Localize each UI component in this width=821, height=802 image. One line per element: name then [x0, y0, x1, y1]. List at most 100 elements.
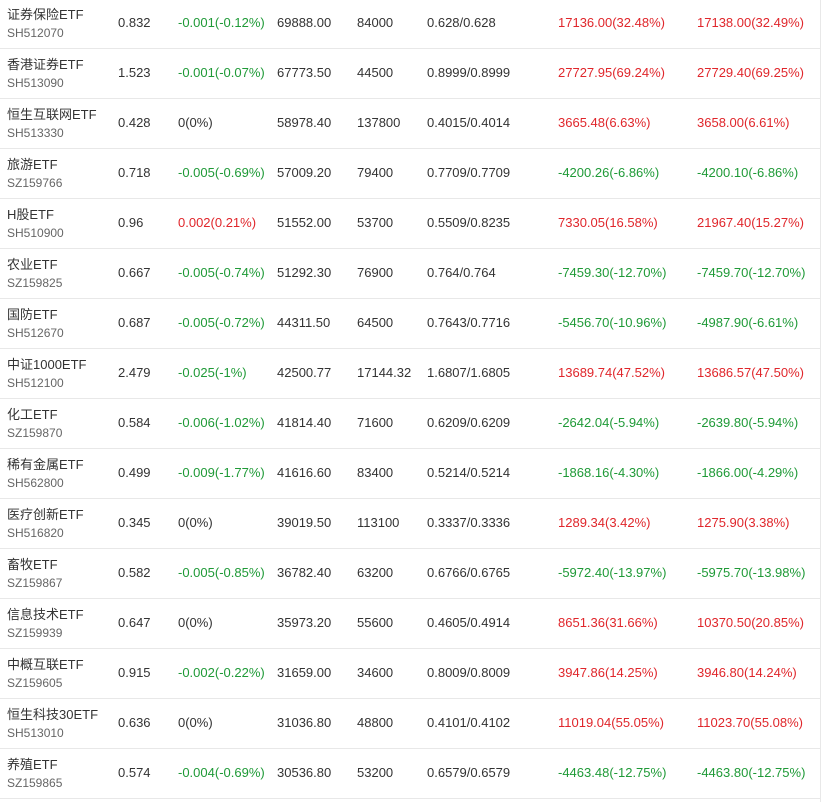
price-cell: 0.832	[118, 15, 151, 30]
market-value-cell: 51292.30	[277, 265, 332, 280]
fund-name-cell: 中证1000ETF SH512100	[7, 356, 86, 391]
total-profit-loss-cell: -4987.90(-6.61%)	[697, 315, 799, 330]
fund-code: SH512070	[7, 26, 64, 40]
fund-name[interactable]: 畜牧ETF	[7, 556, 62, 573]
fund-code: SH513090	[7, 76, 64, 90]
table-row[interactable]: 畜牧ETF SZ159867 0.582 -0.005(-0.85%) 36782.40…	[0, 549, 821, 599]
fund-name[interactable]: 中证1000ETF	[7, 356, 86, 373]
holding-qty-cell: 79400	[357, 165, 394, 180]
market-value-cell: 31036.80	[277, 715, 332, 730]
fund-name[interactable]: 信息技术ETF	[7, 606, 84, 623]
table-row[interactable]: 恒生科技30ETF SH513010 0.636 0(0%) 31036.80 48800…	[0, 699, 821, 749]
table-row[interactable]: 香港证券ETF SH513090 1.523 -0.001(-0.07%) 67773.…	[0, 49, 821, 99]
table-row[interactable]: 信息技术ETF SZ159939 0.647 0(0%) 35973.20 55600 0.…	[0, 599, 821, 649]
fund-code: SH512670	[7, 326, 64, 340]
change-cell: 0(0%)	[178, 115, 213, 130]
table-row[interactable]: 证券保险ETF SH512070 0.832 -0.001(-0.12%) 69888.…	[0, 0, 821, 49]
profit-loss-cell: -4200.26(-6.86%)	[558, 165, 660, 180]
total-profit-loss-cell: -4200.10(-6.86%)	[697, 165, 799, 180]
fund-code: SH562800	[7, 476, 64, 490]
cost-price-cell: 0.3337/0.3336	[427, 515, 511, 530]
change-cell: -0.009(-1.77%)	[178, 465, 265, 480]
fund-name[interactable]: 旅游ETF	[7, 156, 62, 173]
fund-name[interactable]: H股ETF	[7, 206, 64, 223]
fund-name[interactable]: 恒生互联网ETF	[7, 106, 97, 123]
cost-price-cell: 0.4605/0.4914	[427, 615, 511, 630]
total-profit-loss-cell: 17138.00(32.49%)	[697, 15, 804, 30]
price-cell: 0.915	[118, 665, 151, 680]
price-cell: 0.574	[118, 765, 151, 780]
cost-price-cell: 0.6766/0.6765	[427, 565, 511, 580]
fund-name-cell: 中概互联ETF SZ159605	[7, 656, 84, 691]
total-profit-loss-cell: -4463.80(-12.75%)	[697, 765, 806, 780]
etf-holdings-table: 证券保险ETF SH512070 0.832 -0.001(-0.12%) 69888.…	[0, 0, 821, 799]
profit-loss-cell: 7330.05(16.58%)	[558, 215, 658, 230]
holding-qty-cell: 84000	[357, 15, 394, 30]
price-cell: 0.584	[118, 415, 151, 430]
holding-qty-cell: 63200	[357, 565, 394, 580]
profit-loss-cell: 3665.48(6.63%)	[558, 115, 651, 130]
total-profit-loss-cell: 3946.80(14.24%)	[697, 665, 797, 680]
total-profit-loss-cell: -1866.00(-4.29%)	[697, 465, 799, 480]
holding-qty-cell: 34600	[357, 665, 394, 680]
fund-name[interactable]: 稀有金属ETF	[7, 456, 84, 473]
market-value-cell: 41616.60	[277, 465, 332, 480]
fund-name-cell: 证券保险ETF SH512070	[7, 6, 84, 41]
fund-name[interactable]: 国防ETF	[7, 306, 64, 323]
change-cell: 0(0%)	[178, 715, 213, 730]
profit-loss-cell: 8651.36(31.66%)	[558, 615, 658, 630]
table-row[interactable]: 恒生互联网ETF SH513330 0.428 0(0%) 58978.40 137800…	[0, 99, 821, 149]
fund-name[interactable]: 证券保险ETF	[7, 6, 84, 23]
table-row[interactable]: 化工ETF SZ159870 0.584 -0.006(-1.02%) 41814.40…	[0, 399, 821, 449]
fund-name-cell: 恒生互联网ETF SH513330	[7, 106, 97, 141]
table-row[interactable]: 旅游ETF SZ159766 0.718 -0.005(-0.69%) 57009.20…	[0, 149, 821, 199]
fund-name[interactable]: 化工ETF	[7, 406, 62, 423]
total-profit-loss-cell: -2639.80(-5.94%)	[697, 415, 799, 430]
fund-name-cell: 稀有金属ETF SH562800	[7, 456, 84, 491]
table-row[interactable]: 医疗创新ETF SH516820 0.345 0(0%) 39019.50 113100 0…	[0, 499, 821, 549]
table-row[interactable]: 国防ETF SH512670 0.687 -0.005(-0.72%) 44311.50…	[0, 299, 821, 349]
change-cell: -0.025(-1%)	[178, 365, 247, 380]
fund-code: SZ159825	[7, 276, 63, 290]
price-cell: 0.687	[118, 315, 151, 330]
total-profit-loss-cell: 13686.57(47.50%)	[697, 365, 804, 380]
total-profit-loss-cell: 3658.00(6.61%)	[697, 115, 790, 130]
holding-qty-cell: 17144.32	[357, 365, 412, 380]
profit-loss-cell: -4463.48(-12.75%)	[558, 765, 667, 780]
table-row[interactable]: 农业ETF SZ159825 0.667 -0.005(-0.74%) 51292.30…	[0, 249, 821, 299]
fund-name[interactable]: 农业ETF	[7, 256, 62, 273]
fund-name[interactable]: 医疗创新ETF	[7, 506, 84, 523]
holding-qty-cell: 48800	[357, 715, 394, 730]
fund-name-cell: 恒生科技30ETF SH513010	[7, 706, 98, 741]
fund-code: SH512100	[7, 376, 64, 390]
market-value-cell: 57009.20	[277, 165, 332, 180]
table-row[interactable]: H股ETF SH510900 0.96 0.002(0.21%) 51552.00 537…	[0, 199, 821, 249]
total-profit-loss-cell: 10370.50(20.85%)	[697, 615, 804, 630]
change-cell: -0.004(-0.69%)	[178, 765, 265, 780]
market-value-cell: 39019.50	[277, 515, 332, 530]
holding-qty-cell: 53200	[357, 765, 394, 780]
cost-price-cell: 0.4101/0.4102	[427, 715, 511, 730]
cost-price-cell: 0.5214/0.5214	[427, 465, 511, 480]
profit-loss-cell: -7459.30(-12.70%)	[558, 265, 667, 280]
price-cell: 0.96	[118, 215, 144, 230]
holding-qty-cell: 83400	[357, 465, 394, 480]
table-row[interactable]: 养殖ETF SZ159865 0.574 -0.004(-0.69%) 30536.80…	[0, 749, 821, 799]
holding-qty-cell: 53700	[357, 215, 394, 230]
fund-name[interactable]: 香港证券ETF	[7, 56, 84, 73]
holding-qty-cell: 44500	[357, 65, 394, 80]
table-row[interactable]: 中概互联ETF SZ159605 0.915 -0.002(-0.22%) 31659.…	[0, 649, 821, 699]
profit-loss-cell: 27727.95(69.24%)	[558, 65, 665, 80]
fund-name[interactable]: 恒生科技30ETF	[7, 706, 98, 723]
table-row[interactable]: 稀有金属ETF SH562800 0.499 -0.009(-1.77%) 41616.…	[0, 449, 821, 499]
fund-code: SH513010	[7, 726, 64, 740]
fund-code: SZ159865	[7, 776, 63, 790]
market-value-cell: 51552.00	[277, 215, 332, 230]
fund-name[interactable]: 中概互联ETF	[7, 656, 84, 673]
holding-qty-cell: 71600	[357, 415, 394, 430]
market-value-cell: 44311.50	[277, 315, 331, 330]
table-row[interactable]: 中证1000ETF SH512100 2.479 -0.025(-1%) 42500.7…	[0, 349, 821, 399]
price-cell: 0.667	[118, 265, 151, 280]
fund-name[interactable]: 养殖ETF	[7, 756, 62, 773]
holding-qty-cell: 113100	[357, 515, 400, 530]
